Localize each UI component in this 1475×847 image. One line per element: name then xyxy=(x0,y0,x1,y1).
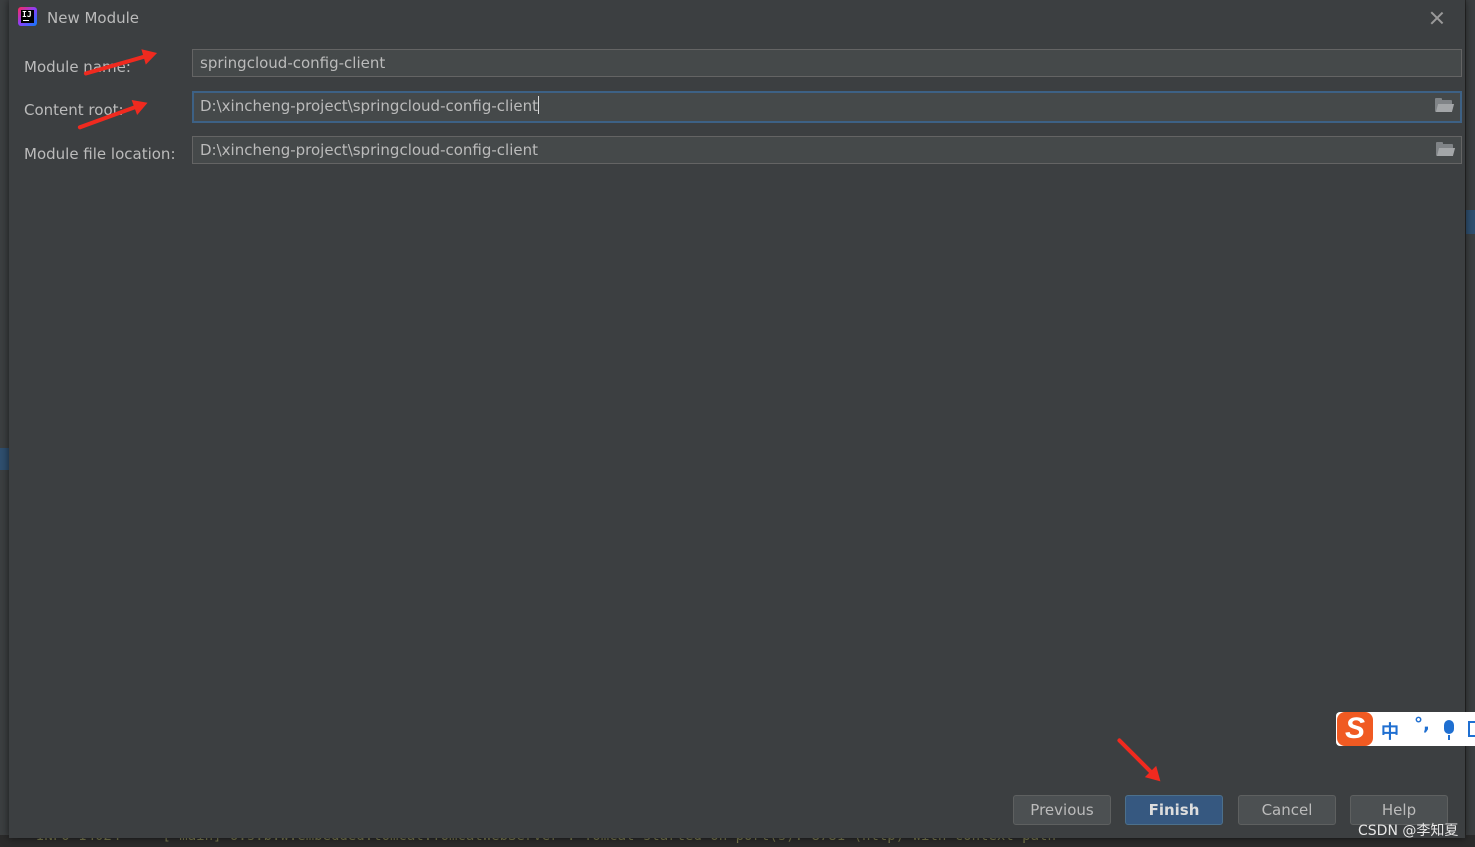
content-root-value: D:\xincheng-project\springcloud-config-c… xyxy=(200,97,538,115)
module-name-value: springcloud-config-client xyxy=(200,54,386,72)
dialog-title: New Module xyxy=(47,9,140,27)
ide-selection-hint xyxy=(1466,210,1475,234)
text-caret xyxy=(538,96,539,114)
previous-button[interactable]: Previous xyxy=(1013,795,1111,825)
content-root-input[interactable]: D:\xincheng-project\springcloud-config-c… xyxy=(192,91,1462,123)
ime-toolbar: S 中 °, xyxy=(1336,712,1475,746)
module-file-location-input[interactable]: D:\xincheng-project\springcloud-config-c… xyxy=(192,136,1462,164)
ime-punctuation-toggle[interactable]: °, xyxy=(1414,714,1430,735)
module-file-location-value: D:\xincheng-project\springcloud-config-c… xyxy=(200,141,538,159)
intellij-logo-icon: IJ xyxy=(18,7,37,26)
ide-selection-hint-left xyxy=(0,448,9,470)
browse-folder-icon[interactable] xyxy=(1435,142,1456,158)
module-name-input[interactable]: springcloud-config-client xyxy=(192,49,1462,77)
ime-more-icon[interactable] xyxy=(1468,721,1475,737)
new-module-dialog: IJ New Module Module name: springcloud-c… xyxy=(9,0,1465,838)
sogou-logo-icon[interactable]: S xyxy=(1337,712,1373,746)
ime-language-toggle[interactable]: 中 xyxy=(1381,718,1399,744)
browse-folder-icon[interactable] xyxy=(1434,98,1455,114)
dialog-title-bar: IJ New Module xyxy=(9,0,1465,36)
ide-left-edge xyxy=(0,0,9,847)
finish-button[interactable]: Finish xyxy=(1125,795,1223,825)
close-icon[interactable] xyxy=(1427,8,1447,28)
module-file-location-label: Module file location: xyxy=(24,145,176,163)
microphone-icon[interactable] xyxy=(1444,720,1454,740)
cancel-button[interactable]: Cancel xyxy=(1238,795,1336,825)
csdn-watermark: CSDN @李知夏 xyxy=(1358,823,1459,839)
